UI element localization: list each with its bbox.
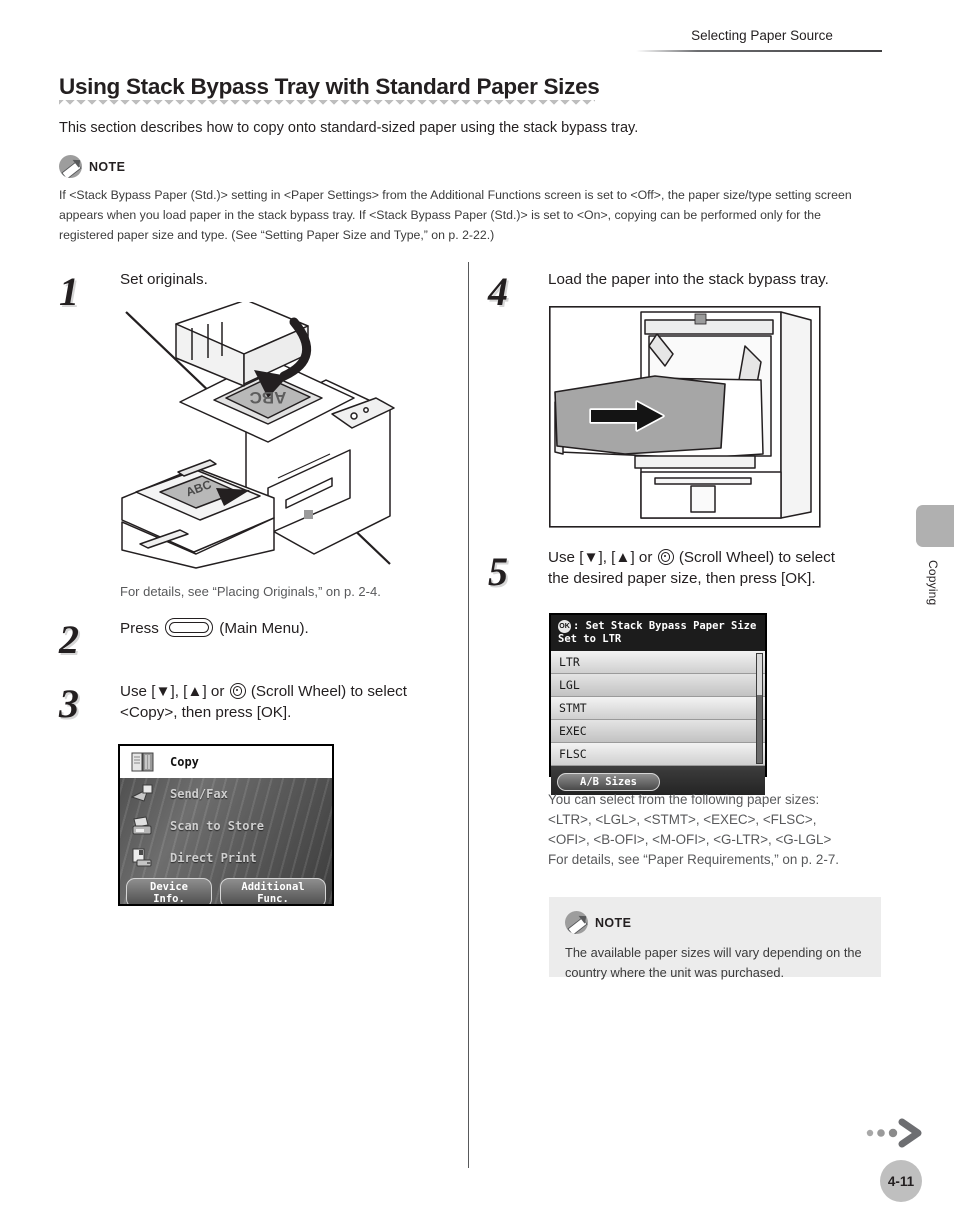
main-menu-key-icon — [165, 618, 214, 637]
down-arrow-key-icon-2: ▼ — [583, 549, 599, 566]
additional-func-button[interactable]: Additional Func. — [220, 878, 326, 904]
lcd-scrollbar[interactable] — [756, 652, 763, 764]
svg-text:ABC: ABC — [250, 388, 287, 407]
direct-print-icon — [130, 847, 156, 869]
step-3-line1-d: (Scroll Wheel) to select — [250, 683, 407, 700]
step-number-2: 2 — [59, 617, 79, 662]
step-number-5: 5 — [488, 549, 508, 594]
paper-sizes-line3: <OFI>, <B-OFI>, <M-OFI>, <G-LTR>, <G-LGL… — [548, 832, 832, 848]
send-fax-icon — [130, 783, 156, 805]
down-arrow-key-icon: ▼ — [155, 683, 171, 700]
ok-badge-icon: OK — [558, 620, 571, 633]
step-2-text-before: Press — [120, 620, 159, 637]
paper-sizes-line4: For details, see “Paper Requirements,” o… — [548, 852, 840, 868]
stack-bypass-tray-illustration — [549, 306, 821, 528]
lcd-footer-buttons: Device Info. Additional Func. — [120, 874, 332, 904]
paper-size-row-stmt[interactable]: STMT — [551, 696, 765, 720]
up-arrow-key-icon: ▲ — [187, 683, 203, 700]
paper-size-row-flsc[interactable]: FLSC — [551, 742, 765, 766]
step-5-line1-c: ] or — [630, 549, 653, 566]
chapter-tab-marker — [916, 505, 954, 547]
step-number-4: 4 — [488, 269, 508, 314]
paper-sizes-line2: <LTR>, <LGL>, <STMT>, <EXEC>, <FLSC>, — [548, 812, 817, 828]
lcd-menu-label-direct-print: Direct Print — [170, 851, 257, 865]
note-label: NOTE — [89, 159, 126, 174]
step-5-line1-a: Use [ — [548, 549, 584, 566]
chapter-tab-label: Copying — [926, 560, 940, 606]
lcd-menu-item-copy[interactable]: Copy — [120, 746, 332, 778]
lcd-header-line2: Set to LTR — [558, 633, 622, 646]
paper-sizes-line1: You can select from the following paper … — [548, 792, 820, 807]
step-2-text-after: (Main Menu). — [219, 620, 309, 637]
step-5-line2: the desired paper size, then press [OK]. — [548, 569, 816, 587]
lcd-menu-label-send-fax: Send/Fax — [170, 787, 228, 801]
paper-size-row-exec[interactable]: EXEC — [551, 719, 765, 743]
lcd-menu-item-send-fax[interactable]: Send/Fax — [120, 778, 332, 810]
title-underline-decoration — [59, 100, 595, 109]
pencil-note-icon — [59, 155, 82, 178]
scroll-wheel-icon — [229, 683, 246, 699]
step-2-text: Press (Main Menu). — [120, 618, 450, 640]
page-number-badge: 4-11 — [880, 1160, 922, 1202]
intro-paragraph: This section describes how to copy onto … — [59, 120, 639, 136]
note-body-bottom: The available paper sizes will vary depe… — [565, 945, 862, 980]
paper-size-lcd-screenshot: OK: Set Stack Bypass Paper Size Set to L… — [549, 613, 767, 795]
note-body-top: If <Stack Bypass Paper (Std.)> setting i… — [59, 188, 852, 242]
step-3-line1-a: Use [ — [120, 683, 156, 700]
note-heading-bottom: NOTE — [565, 911, 865, 934]
ab-sizes-button[interactable]: A/B Sizes — [557, 772, 660, 791]
step-5-line1-d: (Scroll Wheel) to select — [678, 549, 835, 566]
main-menu-lcd-screenshot: Copy Send/Fax Scan to Store Direct Print… — [118, 744, 334, 906]
step-5-line1-b: ], [ — [598, 549, 616, 566]
scan-to-store-icon — [130, 815, 156, 837]
step-number-3: 3 — [59, 681, 79, 726]
originals-placement-illustration: ABC ABC — [118, 302, 396, 570]
step-3-line1-b: ], [ — [170, 683, 188, 700]
lcd-menu-item-direct-print[interactable]: Direct Print — [120, 842, 332, 874]
lcd-menu-label-copy: Copy — [170, 755, 199, 769]
step-3-line1-c: ] or — [202, 683, 225, 700]
step-4-text: Load the paper into the stack bypass tra… — [548, 271, 829, 288]
lcd-menu-item-scan-to-store[interactable]: Scan to Store — [120, 810, 332, 842]
up-arrow-key-icon-2: ▲ — [615, 549, 631, 566]
column-divider — [468, 262, 469, 1168]
step-number-1: 1 — [59, 269, 79, 314]
lcd-menu-label-scan-to-store: Scan to Store — [170, 819, 264, 833]
pencil-note-icon-2 — [565, 911, 588, 934]
paper-size-row-lgl[interactable]: LGL — [551, 673, 765, 697]
lcd-header-line1: : Set Stack Bypass Paper Size — [573, 620, 757, 632]
copy-icon — [130, 751, 156, 773]
note-heading-top: NOTE — [59, 155, 125, 178]
step-3-line2: <Copy>, then press [OK]. — [120, 703, 292, 721]
step-1-text: Set originals. — [120, 271, 208, 288]
paper-sizes-description: You can select from the following paper … — [548, 790, 898, 870]
note-box-bottom: NOTE The available paper sizes will vary… — [549, 897, 881, 980]
page-title: Using Stack Bypass Tray with Standard Pa… — [59, 74, 600, 99]
next-page-arrow-icon — [864, 1118, 926, 1153]
step-3-text: Use [▼], [▲] or (Scroll Wheel) to select… — [120, 682, 460, 724]
scroll-wheel-icon-2 — [657, 549, 674, 565]
note-label-bottom: NOTE — [595, 915, 632, 930]
lcd-scrollbar-thumb[interactable] — [757, 653, 762, 696]
step-1-caption: For details, see “Placing Originals,” on… — [120, 584, 381, 599]
paper-size-list: LTR LGL STMT EXEC FLSC — [551, 650, 765, 766]
step-5-text: Use [▼], [▲] or (Scroll Wheel) to select… — [548, 548, 893, 590]
lcd-header: OK: Set Stack Bypass Paper Size Set to L… — [551, 615, 765, 651]
device-info-button[interactable]: Device Info. — [126, 878, 212, 904]
paper-size-row-ltr[interactable]: LTR — [551, 650, 765, 674]
running-head-rule — [636, 50, 882, 52]
running-head: Selecting Paper Source — [691, 28, 833, 43]
